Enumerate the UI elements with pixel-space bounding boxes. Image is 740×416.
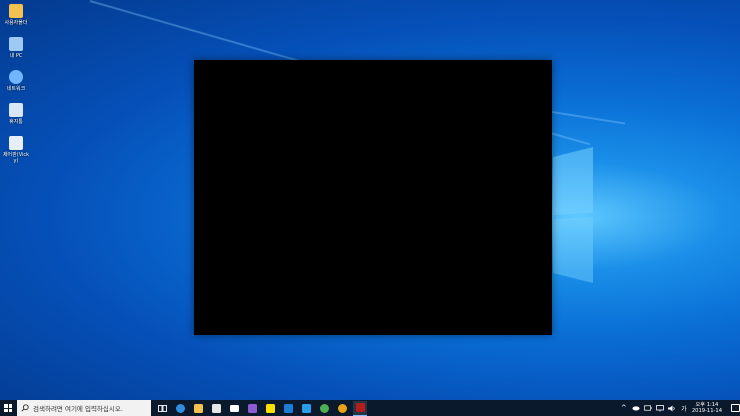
taskbar-app-kakaotalk[interactable]	[263, 401, 277, 415]
desktop-icon-user-folder[interactable]: 사용자폴더	[2, 2, 30, 34]
desktop-icon-label: 내 PC	[9, 53, 23, 59]
desktop: 사용자폴더 내 PC 네트워크 휴지통 제어판(Vicky)	[0, 0, 740, 400]
search-icon	[21, 404, 29, 412]
desktop-icon-label: 사용자폴더	[4, 20, 28, 26]
desktop-icon-this-pc[interactable]: 내 PC	[2, 35, 30, 67]
desktop-icon-network[interactable]: 네트워크	[2, 68, 30, 100]
battery-icon	[643, 405, 652, 411]
taskbar-app-visual-studio[interactable]	[245, 401, 259, 415]
taskbar-app-chrome[interactable]	[335, 401, 349, 415]
show-hidden-icons-button[interactable]: ^	[620, 404, 628, 412]
taskbar-app-edge[interactable]	[173, 401, 187, 415]
system-tray: ^ 가 오후 1:14 2019-11-14	[620, 400, 740, 416]
folder-icon	[193, 403, 203, 413]
taskbar-app-active[interactable]	[353, 400, 367, 416]
computer-icon	[9, 37, 23, 51]
taskbar: 검색하려면 여기에 입력하십시오. ^ 가 오후 1:14 2019-11-14	[0, 400, 740, 416]
application-window[interactable]	[194, 60, 552, 335]
folder-icon	[9, 4, 23, 18]
store-icon	[211, 403, 221, 413]
start-button[interactable]	[0, 400, 16, 416]
onedrive-tray[interactable]	[632, 404, 640, 412]
desktop-icon-label: 제어판(Vicky)	[2, 152, 30, 164]
taskbar-app-store[interactable]	[209, 401, 223, 415]
edge-icon	[175, 403, 185, 413]
windows-icon	[4, 404, 12, 412]
battery-tray[interactable]	[643, 404, 652, 412]
desktop-icons: 사용자폴더 내 PC 네트워크 휴지통 제어판(Vicky)	[2, 2, 32, 167]
kakaotalk-icon	[265, 403, 275, 413]
outlook-icon	[283, 403, 293, 413]
chevron-up-icon: ^	[620, 404, 627, 412]
mail-icon	[229, 404, 239, 412]
clock[interactable]: 오후 1:14 2019-11-14	[692, 402, 722, 414]
task-view-button[interactable]	[155, 401, 169, 415]
desktop-icon-control-panel[interactable]: 제어판(Vicky)	[2, 134, 30, 166]
clock-date: 2019-11-14	[691, 408, 722, 414]
control-panel-icon	[9, 136, 23, 150]
taskbar-app-green[interactable]	[317, 401, 331, 415]
recycle-bin-icon	[9, 103, 23, 117]
notification-icon	[730, 404, 740, 412]
volume-tray[interactable]	[667, 404, 676, 412]
desktop-icon-recycle-bin[interactable]: 휴지통	[2, 101, 30, 133]
app-icon	[355, 403, 365, 412]
network-tray[interactable]	[655, 404, 664, 412]
monitor-icon	[655, 404, 664, 411]
green-app-icon	[319, 403, 329, 413]
vscode-icon	[301, 403, 311, 413]
desktop-icon-label: 휴지통	[9, 119, 23, 125]
search-box[interactable]: 검색하려면 여기에 입력하십시오.	[17, 400, 151, 416]
windows-logo-graphic	[553, 147, 593, 283]
ime-label: 가	[681, 405, 687, 413]
action-center-button[interactable]	[730, 400, 740, 416]
taskbar-app-mail[interactable]	[227, 401, 241, 415]
ime-indicator[interactable]: 가	[680, 404, 688, 413]
chrome-icon	[337, 403, 347, 413]
task-view-icon	[157, 404, 167, 412]
search-placeholder: 검색하려면 여기에 입력하십시오.	[33, 405, 123, 413]
visual-studio-icon	[247, 403, 257, 413]
taskbar-app-file-explorer[interactable]	[191, 401, 205, 415]
desktop-icon-label: 네트워크	[6, 86, 26, 92]
cloud-icon	[632, 406, 640, 411]
taskbar-app-vscode[interactable]	[299, 401, 313, 415]
network-icon	[9, 70, 23, 84]
taskbar-app-outlook[interactable]	[281, 401, 295, 415]
speaker-icon	[667, 405, 675, 411]
